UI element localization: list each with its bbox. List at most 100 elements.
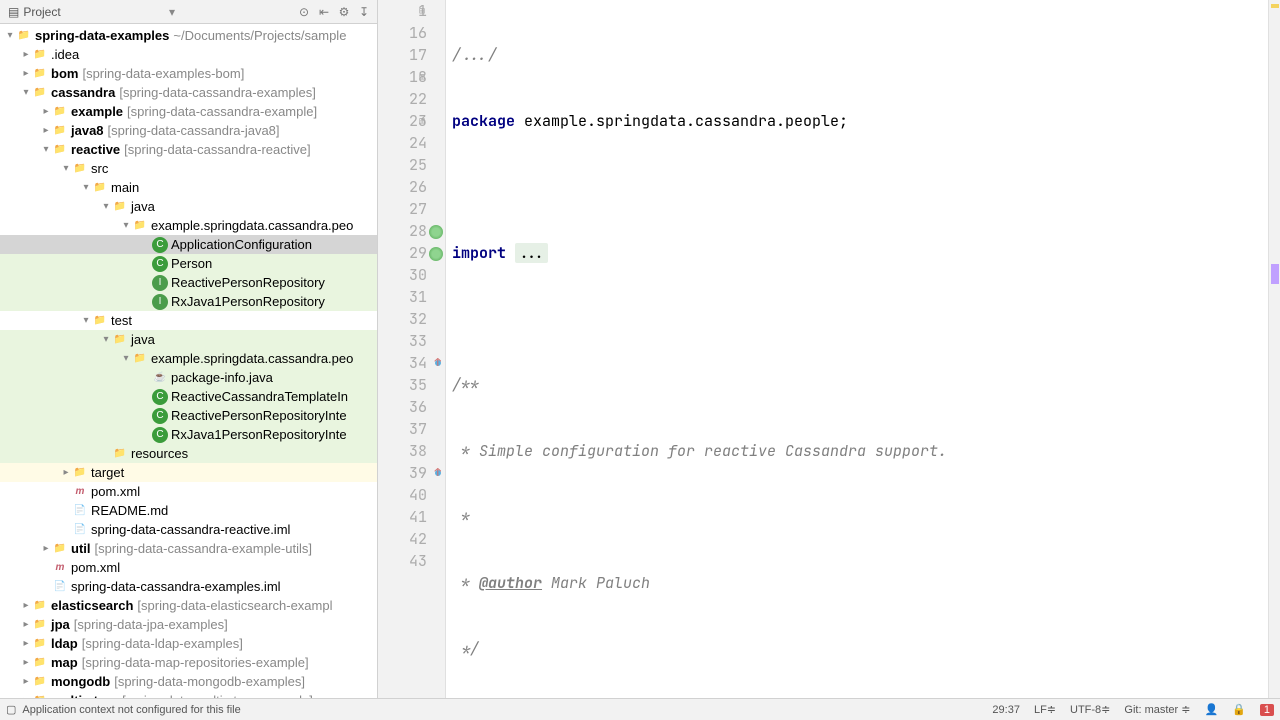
expand-arrow[interactable]: ▸	[20, 49, 32, 60]
fold-ellipsis[interactable]: ...	[515, 243, 548, 263]
tree-item[interactable]: 📄spring-data-cassandra-examples.iml	[0, 577, 377, 596]
tree-item[interactable]: ▸📁elasticsearch[spring-data-elasticsearc…	[0, 596, 377, 615]
project-tree[interactable]: ▾ 📁 spring-data-examples ~/Documents/Pro…	[0, 24, 377, 698]
line-number[interactable]: 36	[378, 396, 427, 418]
code-editor[interactable]: 1⊞161718⊞2223⊞2425262728293031323334↑353…	[378, 0, 1280, 698]
code-area[interactable]: /.../ package example.springdata.cassand…	[446, 0, 1268, 698]
expand-arrow[interactable]: ▾	[4, 30, 16, 41]
tree-item[interactable]: ▸📁util[spring-data-cassandra-example-uti…	[0, 539, 377, 558]
notification-badge[interactable]: 1	[1260, 704, 1274, 716]
line-number[interactable]: 26	[378, 176, 427, 198]
override-up-icon[interactable]: ↑	[434, 462, 441, 484]
expand-arrow[interactable]: ▸	[20, 619, 32, 630]
tree-item[interactable]: ▾📁example.springdata.cassandra.peo	[0, 349, 377, 368]
line-number[interactable]: 27	[378, 198, 427, 220]
line-number[interactable]: 31	[378, 286, 427, 308]
tree-item[interactable]: 📁resources	[0, 444, 377, 463]
expand-arrow[interactable]: ▾	[100, 201, 112, 212]
line-number[interactable]: 40	[378, 484, 427, 506]
line-number[interactable]: 28	[378, 220, 427, 242]
tree-item[interactable]: ▾📁src	[0, 159, 377, 178]
tree-item[interactable]: CRxJava1PersonRepositoryInte	[0, 425, 377, 444]
expand-arrow[interactable]: ▸	[20, 676, 32, 687]
override-up-icon[interactable]: ↑	[434, 352, 441, 374]
run-icon[interactable]	[429, 225, 443, 239]
tree-item[interactable]: CPerson	[0, 254, 377, 273]
git-branch[interactable]: Git: master ≑	[1124, 703, 1190, 716]
expand-arrow[interactable]: ▾	[60, 163, 72, 174]
hide-icon[interactable]: ↧	[355, 3, 373, 21]
line-number[interactable]: 30	[378, 264, 427, 286]
collapse-icon[interactable]: ⇤	[315, 3, 333, 21]
expand-arrow[interactable]: ▾	[80, 315, 92, 326]
tree-item[interactable]: ▸📁multi-store[spring-data-multi-store-ex…	[0, 691, 377, 698]
expand-arrow[interactable]: ▸	[20, 657, 32, 668]
file-encoding[interactable]: UTF-8≑	[1070, 703, 1110, 716]
tree-item[interactable]: ▸📁target	[0, 463, 377, 482]
sidebar-title[interactable]: ▤ Project ▾	[4, 5, 295, 19]
lock-icon[interactable]: 🔒	[1232, 703, 1246, 716]
expand-arrow[interactable]: ▸	[20, 600, 32, 611]
line-number[interactable]: 32	[378, 308, 427, 330]
status-icon[interactable]: ▢	[6, 703, 16, 716]
fold-icon[interactable]: ⊞	[419, 110, 425, 132]
line-number[interactable]: 37	[378, 418, 427, 440]
line-number[interactable]: 24	[378, 132, 427, 154]
line-number[interactable]: 29	[378, 242, 427, 264]
cursor-position[interactable]: 29:37	[992, 704, 1020, 716]
tree-item[interactable]: ▸📁bom[spring-data-examples-bom]	[0, 64, 377, 83]
tree-item[interactable]: ▾📁main	[0, 178, 377, 197]
fold-icon[interactable]: ⊞	[419, 66, 425, 88]
expand-arrow[interactable]: ▾	[40, 144, 52, 155]
tree-item[interactable]: CApplicationConfiguration	[0, 235, 377, 254]
line-number[interactable]: 39↑	[378, 462, 427, 484]
run-icon[interactable]	[429, 247, 443, 261]
expand-arrow[interactable]: ▸	[40, 543, 52, 554]
expand-arrow[interactable]: ▸	[40, 125, 52, 136]
line-number[interactable]: 18⊞	[378, 66, 427, 88]
expand-arrow[interactable]: ▾	[120, 353, 132, 364]
tree-item[interactable]: CReactivePersonRepositoryInte	[0, 406, 377, 425]
tree-item[interactable]: ▸📁jpa[spring-data-jpa-examples]	[0, 615, 377, 634]
expand-arrow[interactable]: ▾	[80, 182, 92, 193]
line-number[interactable]: 42	[378, 528, 427, 550]
chevron-down-icon[interactable]: ▾	[169, 5, 175, 19]
fold-icon[interactable]: ⊞	[419, 0, 425, 22]
line-number[interactable]: 43	[378, 550, 427, 572]
line-number[interactable]: 17	[378, 44, 427, 66]
line-separator[interactable]: LF≑	[1034, 703, 1056, 716]
tree-item[interactable]: ▾📁cassandra[spring-data-cassandra-exampl…	[0, 83, 377, 102]
tree-item[interactable]: ▸📁example[spring-data-cassandra-example]	[0, 102, 377, 121]
caret-marker[interactable]	[1271, 264, 1279, 284]
line-number[interactable]: 33	[378, 330, 427, 352]
expand-arrow[interactable]: ▾	[120, 220, 132, 231]
tree-item[interactable]: ▾📁test	[0, 311, 377, 330]
tree-item[interactable]: ▾📁java	[0, 197, 377, 216]
expand-arrow[interactable]: ▸	[40, 106, 52, 117]
project-root[interactable]: ▾ 📁 spring-data-examples ~/Documents/Pro…	[0, 26, 377, 45]
expand-arrow[interactable]: ▾	[20, 87, 32, 98]
gear-icon[interactable]: ⚙	[335, 3, 353, 21]
tree-item[interactable]: ☕package-info.java	[0, 368, 377, 387]
warning-marker[interactable]	[1271, 4, 1279, 8]
line-number[interactable]: 41	[378, 506, 427, 528]
line-number[interactable]: 16	[378, 22, 427, 44]
tree-item[interactable]: ▸📁map[spring-data-map-repositories-examp…	[0, 653, 377, 672]
tree-item[interactable]: ▾📁java	[0, 330, 377, 349]
tree-item[interactable]: ▸📁ldap[spring-data-ldap-examples]	[0, 634, 377, 653]
tree-item[interactable]: 📄spring-data-cassandra-reactive.iml	[0, 520, 377, 539]
tree-item[interactable]: ▾📁reactive[spring-data-cassandra-reactiv…	[0, 140, 377, 159]
line-gutter[interactable]: 1⊞161718⊞2223⊞2425262728293031323334↑353…	[378, 0, 446, 698]
expand-arrow[interactable]: ▸	[60, 467, 72, 478]
tree-item[interactable]: ▸📁java8[spring-data-cassandra-java8]	[0, 121, 377, 140]
marker-stripe[interactable]	[1268, 0, 1280, 698]
tree-item[interactable]: ▾📁example.springdata.cassandra.peo	[0, 216, 377, 235]
line-number[interactable]: 34↑	[378, 352, 427, 374]
tree-item[interactable]: 📄README.md	[0, 501, 377, 520]
line-number[interactable]: 38	[378, 440, 427, 462]
line-number[interactable]: 22	[378, 88, 427, 110]
expand-arrow[interactable]: ▸	[20, 68, 32, 79]
tree-item[interactable]: mpom.xml	[0, 482, 377, 501]
line-number[interactable]: 35	[378, 374, 427, 396]
tree-item[interactable]: ▸📁.idea	[0, 45, 377, 64]
